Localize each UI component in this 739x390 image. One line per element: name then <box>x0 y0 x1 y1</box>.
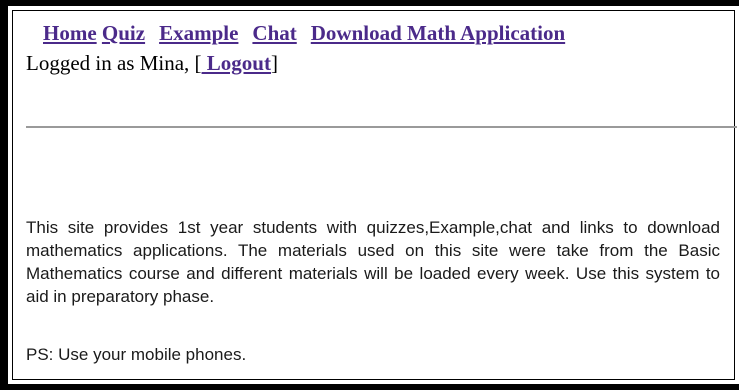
site-description: This site provides 1st year students wit… <box>26 216 720 308</box>
page-canvas: Home Quiz Example Chat Download Math Applic… <box>8 6 739 384</box>
window-frame: Home Quiz Example Chat Download Math Applic… <box>0 0 739 390</box>
nav-link-quiz[interactable]: Quiz <box>102 21 145 45</box>
ps-note: PS: Use your mobile phones. <box>26 345 247 364</box>
top-navigation: Home Quiz Example Chat Download Math Applic… <box>26 20 737 46</box>
site-description-text: This site provides 1st year students wit… <box>26 218 720 306</box>
login-status-text: Logged in as Mina, [ <box>26 51 202 75</box>
divider <box>26 126 737 128</box>
page-content: Home Quiz Example Chat Download Math Applic… <box>26 20 737 382</box>
login-status: Logged in as Mina, [ Logout] <box>26 50 737 76</box>
nav-link-chat[interactable]: Chat <box>252 21 296 45</box>
nav-link-example[interactable]: Example <box>159 21 238 45</box>
logout-link[interactable]: Logout <box>202 51 271 75</box>
nav-link-home[interactable]: Home <box>43 21 97 45</box>
login-status-close-bracket: ] <box>270 51 278 75</box>
nav-link-download-math-application[interactable]: Download Math Application <box>311 21 565 45</box>
